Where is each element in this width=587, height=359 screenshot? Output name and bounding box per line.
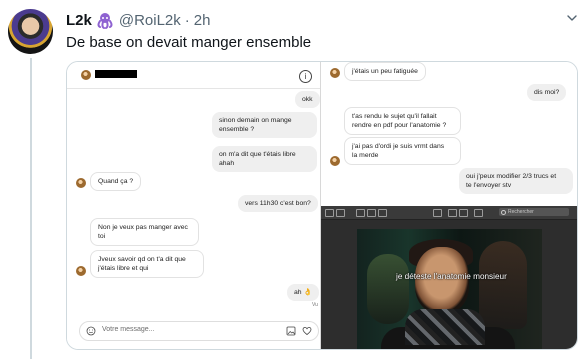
chat-header: i: [67, 62, 320, 89]
chat-message: Non je veux pas manger avec toi: [90, 218, 199, 246]
rotate-icon[interactable]: [448, 209, 457, 217]
seen-label: Vu: [312, 302, 318, 308]
profile-avatar[interactable]: [8, 9, 53, 54]
sidebar-icon[interactable]: [325, 209, 334, 217]
separator-dot: ·: [184, 11, 190, 29]
thread-line: [30, 58, 32, 359]
background-person: [479, 241, 527, 329]
image-viewer-toolbar: Rechercher: [321, 206, 577, 220]
chat-screenshot-right: j'étais un peu fatiguée dis moi? t'as re…: [321, 62, 577, 349]
meme-image: je déteste l'anatomie monsieur: [357, 229, 542, 349]
tweet-header: L2k @RoiL2k · 2h: [66, 10, 210, 30]
tweet-card: L2k @RoiL2k · 2h De base on devait mange…: [0, 0, 587, 359]
chat-message: on m'a dit que t'étais libre ahah: [212, 146, 317, 172]
tweet-media-screenshot[interactable]: i okk sinon demain on mange ensemble ? o…: [66, 61, 578, 350]
display-name[interactable]: L2k: [66, 12, 92, 29]
chat-message: ah 👌: [287, 284, 319, 301]
crop-icon[interactable]: [459, 209, 468, 217]
chat-screenshot-left: i okk sinon demain on mange ensemble ? o…: [67, 62, 320, 349]
share-icon[interactable]: [378, 209, 387, 217]
zoom-in-icon[interactable]: [367, 209, 376, 217]
chat-message: j'étais un peu fatiguée: [344, 62, 426, 81]
redacted-contact-name: [95, 70, 137, 78]
chat-message: dis moi?: [527, 84, 567, 101]
chat-message: sinon demain on mange ensemble ?: [212, 112, 317, 138]
annotate-icon[interactable]: [474, 209, 483, 217]
search-input[interactable]: Rechercher: [499, 208, 569, 216]
tweet-time[interactable]: 2h: [194, 12, 211, 29]
message-composer[interactable]: Votre message...: [79, 321, 319, 341]
contact-avatar: [76, 178, 86, 188]
thumbnails-icon[interactable]: [336, 209, 345, 217]
meme-caption: je déteste l'anatomie monsieur: [396, 272, 507, 281]
image-icon[interactable]: [286, 326, 296, 336]
contact-avatar: [76, 266, 86, 276]
info-icon[interactable]: i: [299, 70, 312, 83]
chat-message: j'ai pas d'ordi je suis vrmt dans la mer…: [344, 137, 461, 165]
emoji-icon[interactable]: [86, 326, 96, 336]
person-scarf: [405, 309, 485, 345]
image-viewer-screenshot: Rechercher je déteste l'anatomie monsieu…: [321, 206, 577, 349]
username-handle[interactable]: @RoiL2k: [119, 12, 181, 29]
markup-icon[interactable]: [433, 209, 442, 217]
chat-message: t'as rendu le sujet qu'il fallait rendre…: [344, 107, 461, 135]
chat-message: okk: [295, 91, 320, 108]
contact-avatar: [81, 70, 91, 80]
chat-message: Jveux savoir qd on t'a dit que j'étais l…: [90, 250, 204, 278]
zoom-out-icon[interactable]: [356, 209, 365, 217]
chat-message: vers 11h30 c'est bon?: [238, 195, 318, 212]
message-input[interactable]: Votre message...: [102, 326, 155, 333]
octopus-icon: [97, 12, 113, 29]
contact-avatar: [330, 68, 340, 78]
background-person: [367, 254, 409, 324]
contact-avatar: [330, 156, 340, 166]
chat-message: Quand ça ?: [90, 172, 142, 191]
chat-message: oui j'peux modifier 2/3 trucs et te l'en…: [459, 168, 573, 194]
tweet-text: De base on devait manger ensemble: [66, 34, 312, 51]
heart-icon[interactable]: [302, 326, 312, 336]
chevron-down-icon[interactable]: [565, 11, 579, 25]
